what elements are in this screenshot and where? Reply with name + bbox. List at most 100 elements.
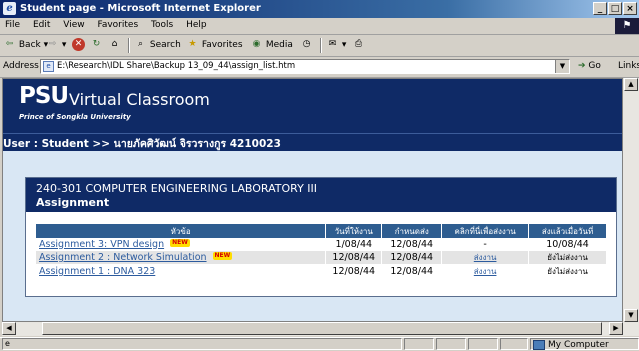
page-icon: e (43, 61, 54, 72)
header-submitted-date: ส่งแล้วเมื่อวันที่ (528, 224, 607, 238)
address-dropdown-icon[interactable]: ▼ (555, 60, 569, 73)
due-date: 12/08/44 (381, 238, 443, 251)
menu-bar: File Edit View Favorites Tools Help (0, 18, 639, 35)
page-status-icon: e (5, 339, 10, 348)
menu-edit[interactable]: Edit (28, 18, 55, 30)
submit-link[interactable]: ส่งงาน (441, 264, 530, 279)
status-lock-cell (436, 338, 466, 350)
forward-arrow-icon: ⇨ (48, 39, 57, 49)
history-icon: ◷ (302, 39, 311, 49)
new-badge: NEW (212, 252, 233, 260)
header-submit-link: คลิกที่นี่เพื่อส่งงาน (441, 224, 530, 238)
assigned-date: 1/08/44 (325, 238, 383, 251)
my-computer-icon (533, 339, 545, 350)
status-blank-cell (468, 338, 498, 350)
scroll-thumb[interactable] (42, 322, 602, 335)
assignment-panel: 240-301 COMPUTER ENGINEERING LABORATORY … (25, 177, 617, 297)
scroll-right-icon[interactable]: ▶ (609, 322, 623, 335)
go-button[interactable]: ➔ Go (578, 61, 601, 71)
page-viewport: PSU Virtual Classroom Prince of Songkla … (2, 78, 623, 322)
search-icon: ⌕ (137, 39, 144, 49)
assignment-link[interactable]: Assignment 3: VPN design NEW (36, 238, 327, 251)
back-arrow-icon: ⇦ (5, 39, 14, 49)
media-label: Media (265, 40, 293, 50)
header-banner: PSU Virtual Classroom Prince of Songkla … (3, 79, 622, 133)
history-button[interactable]: ◷ (300, 38, 313, 53)
go-label: Go (588, 61, 601, 71)
windows-logo-icon: ⚑ (615, 18, 639, 34)
new-badge: NEW (170, 238, 190, 247)
mail-icon: ✉ (328, 39, 337, 49)
header-due-date: กำหนดส่ง (381, 224, 443, 238)
header-assigned-date: วันที่ให้งาน (325, 224, 383, 238)
menu-file[interactable]: File (0, 18, 25, 30)
status-privacy-cell (500, 338, 528, 350)
standard-toolbar: ⇦ Back ▾ ⇨ ▾ ✕ ↻ ⌂ ⌕ Search ★ Favorites … (0, 35, 639, 57)
status-text-cell: e (2, 338, 402, 350)
close-button[interactable]: × (623, 2, 637, 15)
refresh-button[interactable]: ↻ (90, 38, 103, 53)
maximize-button[interactable]: □ (608, 2, 622, 15)
assignment-link[interactable]: Assignment 1 : DNA 323 (36, 264, 327, 279)
status-progress-cell (404, 338, 434, 350)
header-topic: หัวข้อ (36, 224, 327, 238)
address-input[interactable]: e E:\Research\IDL Share\Backup 13_09_44\… (40, 59, 570, 74)
assigned-date: 12/08/44 (325, 250, 383, 265)
address-label: Address (3, 61, 39, 71)
refresh-icon: ↻ (92, 39, 101, 49)
university-name: Prince of Songkla University (19, 113, 131, 121)
section-title: Assignment (36, 196, 110, 209)
stop-button[interactable]: ✕ (72, 38, 85, 53)
table-row: Assignment 1 : DNA 323 12/08/44 12/08/44… (36, 264, 607, 279)
favorites-icon: ★ (188, 39, 197, 49)
go-arrow-icon: ➔ (578, 61, 586, 71)
assignment-table: หัวข้อ วันที่ให้งาน กำหนดส่ง คลิกที่นี่เ… (36, 224, 607, 279)
assigned-date: 12/08/44 (325, 264, 383, 279)
assignment-name: Assignment 2 : Network Simulation (39, 252, 207, 263)
submit-link[interactable]: ส่งงาน (441, 250, 530, 265)
submitted-date: 10/08/44 (528, 238, 607, 251)
address-url: E:\Research\IDL Share\Backup 13_09_44\as… (57, 61, 296, 71)
menu-tools[interactable]: Tools (146, 18, 178, 30)
media-icon: ◉ (252, 39, 261, 49)
minimize-button[interactable]: _ (593, 2, 607, 15)
horizontal-scrollbar[interactable]: ◀ ▶ (2, 322, 639, 336)
home-button[interactable]: ⌂ (108, 38, 121, 53)
submitted-status: ยังไม่ส่งงาน (528, 250, 607, 265)
user-breadcrumb: User : Student >> นายภัคศิวัฒน์ จิรวรางก… (3, 138, 281, 150)
user-bar: User : Student >> นายภัคศิวัฒน์ จิรวรางก… (3, 133, 622, 151)
back-label: Back (18, 40, 41, 50)
print-button[interactable]: ⎙ (352, 38, 365, 53)
status-bar: e My Computer (0, 337, 639, 351)
menu-view[interactable]: View (58, 18, 89, 30)
address-bar: Address e E:\Research\IDL Share\Backup 1… (0, 57, 639, 78)
panel-header: 240-301 COMPUTER ENGINEERING LABORATORY … (26, 178, 616, 212)
menu-help[interactable]: Help (181, 18, 212, 30)
security-zone: My Computer (530, 338, 639, 350)
zone-label: My Computer (548, 340, 609, 350)
media-button[interactable]: ◉ Media (250, 38, 293, 53)
forward-button[interactable]: ⇨ ▾ (46, 38, 67, 53)
stop-icon: ✕ (72, 38, 85, 51)
back-button[interactable]: ⇦ Back ▾ (3, 38, 48, 53)
window-title: Student page - Microsoft Internet Explor… (20, 3, 261, 14)
table-header-row: หัวข้อ วันที่ให้งาน กำหนดส่ง คลิกที่นี่เ… (36, 224, 607, 238)
submit-cell: - (441, 238, 530, 251)
scroll-left-icon[interactable]: ◀ (2, 322, 16, 335)
psu-logo: PSU (19, 83, 69, 109)
search-label: Search (149, 40, 181, 50)
print-icon: ⎙ (354, 39, 363, 49)
menu-favorites[interactable]: Favorites (92, 18, 143, 30)
submitted-status: ยังไม่ส่งงาน (528, 264, 607, 279)
scroll-up-icon[interactable]: ▲ (624, 78, 638, 91)
links-button[interactable]: Links (618, 61, 639, 71)
scroll-down-icon[interactable]: ▼ (624, 309, 638, 322)
favorites-button[interactable]: ★ Favorites (186, 38, 243, 53)
search-button[interactable]: ⌕ Search (134, 38, 181, 53)
assignment-link[interactable]: Assignment 2 : Network Simulation NEW (36, 250, 327, 265)
due-date: 12/08/44 (381, 264, 443, 279)
vertical-scrollbar[interactable]: ▲ ▼ (623, 78, 639, 322)
due-date: 12/08/44 (381, 250, 443, 265)
mail-button[interactable]: ✉ ▾ (326, 38, 347, 53)
favorites-label: Favorites (201, 40, 243, 50)
